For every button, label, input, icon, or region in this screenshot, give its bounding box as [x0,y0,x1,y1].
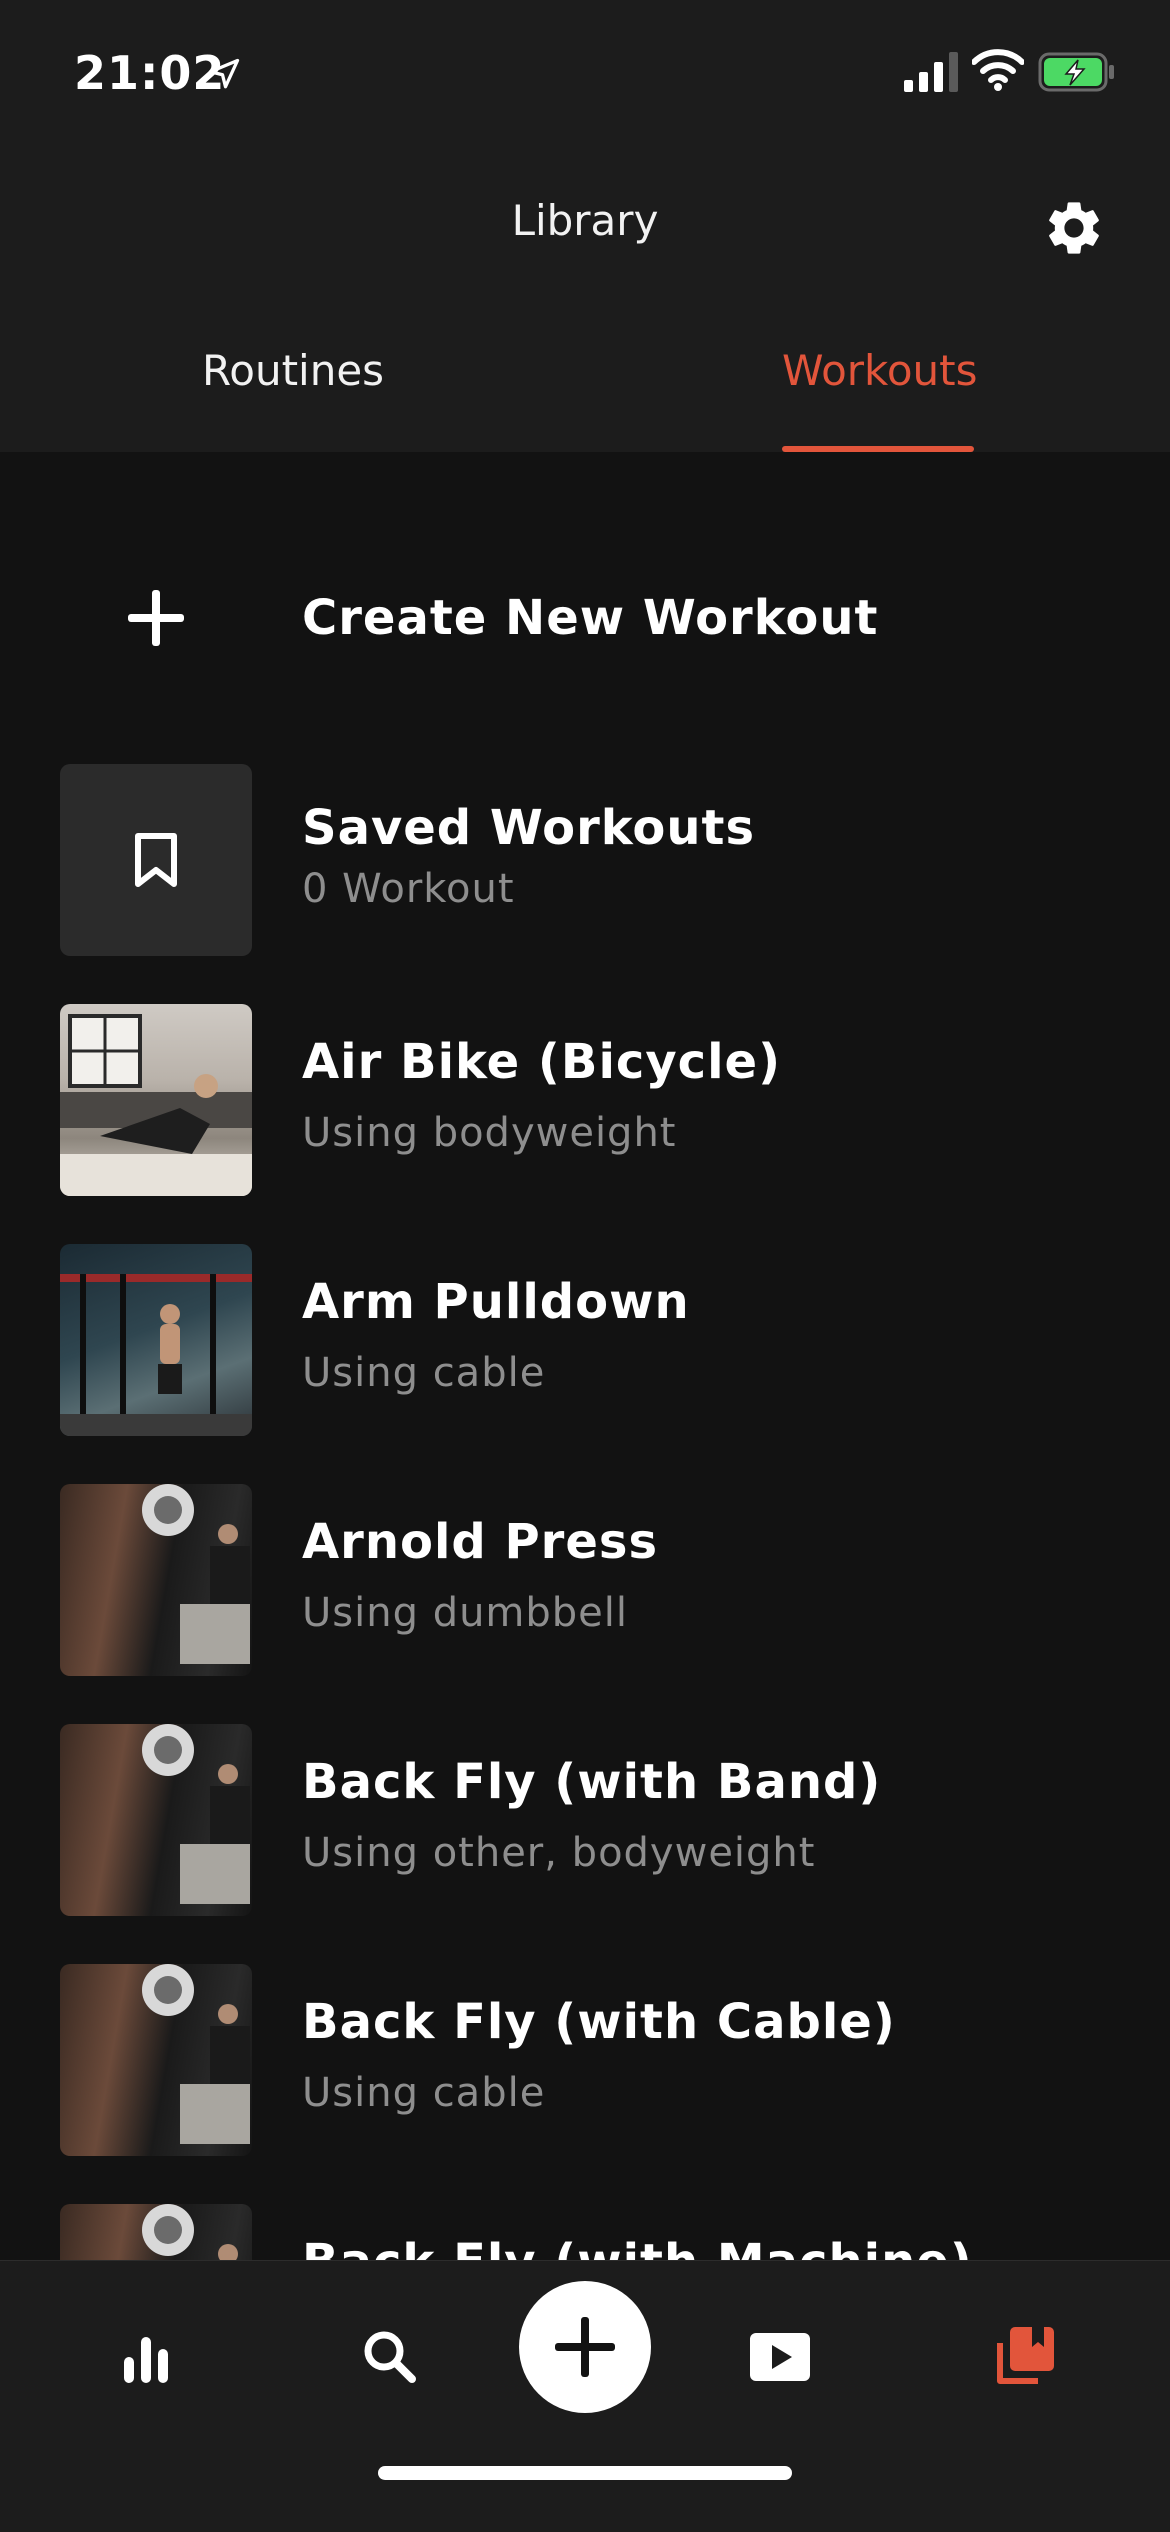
list-item[interactable]: Arnold Press Using dumbbell [0,1484,1170,1676]
tab-routines[interactable]: Routines [180,346,406,395]
workout-thumbnail [60,1724,252,1916]
location-arrow-icon [208,58,240,89]
list-item-subtitle: Using other, bodyweight [302,1830,816,1876]
plus-icon [128,590,184,646]
bottom-nav-bar [0,2260,1170,2532]
search-icon[interactable] [354,2321,426,2393]
add-button[interactable] [519,2281,651,2413]
wifi-icon [972,49,1024,91]
page-title: Library [511,196,659,245]
video-icon[interactable] [744,2321,816,2393]
saved-workouts-item[interactable]: Saved Workouts 0 Workout [0,764,1170,956]
list-item-title: Saved Workouts [302,800,756,856]
header: 21:02 Library Routines Workouts [0,0,1170,452]
list-item-subtitle: 0 Workout [302,866,515,912]
list-item-subtitle: Using cable [302,1350,546,1396]
list-item-title: Air Bike (Bicycle) [302,1034,782,1090]
saved-thumbnail [60,764,252,956]
list-item-subtitle: Using cable [302,2070,546,2116]
stats-icon[interactable] [110,2321,182,2393]
active-tab-indicator [782,446,974,452]
list-item[interactable]: Air Bike (Bicycle) Using bodyweight [0,1004,1170,1196]
library-icon[interactable] [988,2321,1060,2393]
list-item[interactable]: Arm Pulldown Using cable [0,1244,1170,1436]
create-new-workout-label: Create New Workout [302,590,879,646]
status-time: 21:02 [74,46,226,100]
workout-thumbnail [60,1004,252,1196]
gear-icon[interactable] [1042,196,1106,260]
workout-thumbnail [60,1484,252,1676]
list-item-title: Arm Pulldown [302,1274,690,1330]
battery-charging-icon [1038,52,1114,92]
list-item-title: Arnold Press [302,1514,659,1570]
list-item[interactable]: Back Fly (with Band) Using other, bodywe… [0,1724,1170,1916]
cellular-signal-icon [904,52,958,92]
list-item-title: Back Fly (with Band) [302,1754,882,1810]
list-item-subtitle: Using dumbbell [302,1590,629,1636]
list-item[interactable]: Back Fly (with Cable) Using cable [0,1964,1170,2156]
list-item-title: Back Fly (with Cable) [302,1994,896,2050]
add-icon [555,2317,615,2377]
create-new-workout-button[interactable]: Create New Workout [0,560,1170,680]
home-indicator [378,2466,792,2480]
list-item-subtitle: Using bodyweight [302,1110,677,1156]
tab-workouts[interactable]: Workouts [782,346,978,395]
workout-thumbnail [60,1964,252,2156]
workout-thumbnail [60,1244,252,1436]
bookmark-icon [135,833,177,887]
